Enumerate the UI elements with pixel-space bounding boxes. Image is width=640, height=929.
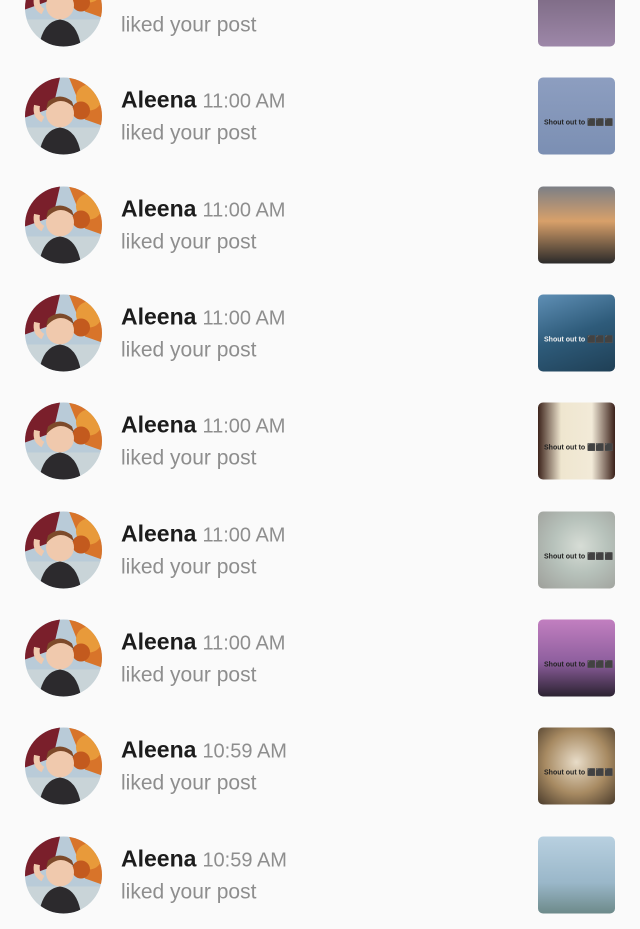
username[interactable]: Aleena xyxy=(121,412,196,438)
timestamp: 11:00 AM xyxy=(202,307,286,330)
notification-text: Aleena 11:00 AM liked your post xyxy=(121,0,285,38)
action-text: liked your post xyxy=(121,771,257,795)
notification-row[interactable]: Aleena 11:00 AM liked your post Shout out… xyxy=(0,495,640,603)
action-text: liked your post xyxy=(121,121,257,145)
post-thumbnail[interactable]: Shout out to ⬛⬛⬛ xyxy=(538,294,615,372)
action-text: liked your post xyxy=(121,555,257,579)
notification-row[interactable]: Aleena 11:00 AM liked your post xyxy=(0,0,640,62)
timestamp: 11:00 AM xyxy=(202,632,286,655)
avatar[interactable] xyxy=(25,836,102,914)
avatar[interactable] xyxy=(25,511,102,589)
post-thumbnail[interactable]: Shout out to ⬛⬛⬛ xyxy=(538,619,615,697)
action-text: liked your post xyxy=(121,446,257,470)
notification-text: Aleena 11:00 AM liked your post xyxy=(121,628,285,687)
notification-row[interactable]: Aleena 11:00 AM liked your post xyxy=(0,171,640,279)
notification-text: Aleena 11:00 AM liked your post xyxy=(121,412,285,471)
notification-text: Aleena 11:00 AM liked your post xyxy=(121,87,285,146)
notification-text: Aleena 10:59 AM liked your post xyxy=(121,737,287,796)
notification-row[interactable]: Aleena 11:00 AM liked your post Shout out… xyxy=(0,62,640,170)
username[interactable]: Aleena xyxy=(121,628,196,654)
post-thumbnail[interactable]: Shout out to ⬛⬛⬛ xyxy=(538,77,615,155)
timestamp: 10:59 AM xyxy=(202,849,287,872)
thumbnail-caption: Shout out to ⬛⬛⬛ xyxy=(544,336,614,344)
timestamp: 11:00 AM xyxy=(202,199,286,222)
activity-list: Aleena 11:00 AM liked your post xyxy=(0,0,640,929)
avatar[interactable] xyxy=(25,294,102,372)
notification-row[interactable]: Aleena 11:00 AM liked your post Shout out… xyxy=(0,604,640,712)
username[interactable]: Aleena xyxy=(121,845,196,871)
timestamp: 11:00 AM xyxy=(202,524,286,547)
thumbnail-caption: Shout out to ⬛⬛⬛ xyxy=(544,553,614,561)
username[interactable]: Aleena xyxy=(121,304,196,330)
notification-row[interactable]: Aleena 11:00 AM liked your post Shout out… xyxy=(0,279,640,387)
timestamp: 11:00 AM xyxy=(202,90,286,113)
username[interactable]: Aleena xyxy=(121,195,196,221)
username[interactable]: Aleena xyxy=(121,737,196,763)
notification-text: Aleena 10:59 AM liked your post xyxy=(121,845,287,904)
thumbnail-caption: Shout out to ⬛⬛⬛ xyxy=(544,769,614,777)
avatar[interactable] xyxy=(25,619,102,697)
timestamp: 11:00 AM xyxy=(202,415,286,438)
action-text: liked your post xyxy=(121,230,257,254)
post-thumbnail[interactable]: Shout out to ⬛⬛⬛ xyxy=(538,402,615,480)
action-text: liked your post xyxy=(121,663,257,687)
timestamp: 11:00 AM xyxy=(202,0,285,5)
timestamp: 10:59 AM xyxy=(202,740,287,763)
username[interactable]: Aleena xyxy=(121,87,196,113)
action-text: liked your post xyxy=(121,13,257,37)
post-thumbnail[interactable] xyxy=(538,836,615,914)
thumbnail-caption: Shout out to ⬛⬛⬛ xyxy=(544,661,614,669)
post-thumbnail[interactable]: Shout out to ⬛⬛⬛ xyxy=(538,511,615,589)
post-thumbnail[interactable] xyxy=(538,186,615,264)
avatar[interactable] xyxy=(25,77,102,155)
avatar[interactable] xyxy=(25,0,102,47)
notification-text: Aleena 11:00 AM liked your post xyxy=(121,304,285,363)
action-text: liked your post xyxy=(121,880,257,904)
post-thumbnail[interactable] xyxy=(538,0,615,47)
username[interactable]: Aleena xyxy=(121,520,196,546)
notification-text: Aleena 11:00 AM liked your post xyxy=(121,520,285,579)
notification-row[interactable]: Aleena 10:59 AM liked your post xyxy=(0,820,640,928)
avatar[interactable] xyxy=(25,402,102,480)
action-text: liked your post xyxy=(121,338,257,362)
avatar[interactable] xyxy=(25,727,102,805)
notification-row[interactable]: Aleena 10:59 AM liked your post Shout out… xyxy=(0,712,640,820)
avatar[interactable] xyxy=(25,186,102,264)
post-thumbnail[interactable]: Shout out to ⬛⬛⬛ xyxy=(538,727,615,805)
thumbnail-caption: Shout out to ⬛⬛⬛ xyxy=(544,444,614,452)
notification-text: Aleena 11:00 AM liked your post xyxy=(121,195,285,254)
username[interactable]: Aleena xyxy=(121,0,196,5)
notification-row[interactable]: Aleena 11:00 AM liked your post Shout out… xyxy=(0,387,640,495)
thumbnail-caption: Shout out to ⬛⬛⬛ xyxy=(544,119,614,127)
